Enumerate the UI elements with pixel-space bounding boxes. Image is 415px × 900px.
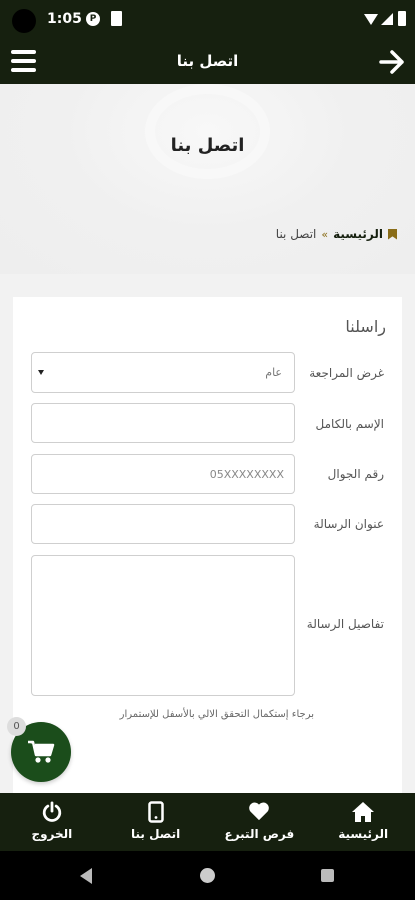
shopping-cart-icon — [28, 740, 55, 763]
breadcrumb-current: اتصل بنا — [275, 227, 317, 241]
page-title: اتصل بنا — [170, 135, 245, 156]
breadcrumb-home-link[interactable]: الرئيسية — [333, 227, 383, 241]
subject-label: عنوان الرسالة — [313, 517, 384, 531]
nav-home[interactable]: الرئيسية — [311, 793, 415, 851]
status-time: 1:05 — [47, 11, 82, 27]
nav-home-label: الرئيسية — [338, 827, 389, 841]
form-heading: راسلنا — [345, 317, 386, 336]
app-bar-title: اتصل بنا — [176, 52, 239, 70]
purpose-select-value: عام — [265, 366, 282, 379]
details-label: تفاصيل الرسالة — [306, 617, 384, 631]
mobile-phone-icon — [147, 801, 164, 823]
app-bar: اتصل بنا — [0, 40, 415, 84]
purpose-label: غرض المراجعة — [309, 366, 384, 380]
camera-cutout — [12, 9, 36, 33]
chevron-down-icon — [38, 370, 44, 375]
system-recents-icon[interactable] — [321, 869, 334, 882]
bottom-navigation: الخروج اتصل بنا فرص التبرع الرئيسية — [0, 793, 415, 851]
nav-logout[interactable]: الخروج — [0, 793, 104, 851]
captcha-note: برجاء إستكمال التحقق الالي بالأسفل للإست… — [119, 709, 314, 720]
status-bar: 1:05 P — [0, 0, 415, 40]
mobile-label: رقم الجوال — [327, 467, 384, 481]
page-header: اتصل بنا الرئيسية » اتصل بنا — [0, 84, 415, 274]
cart-count-badge: 0 — [7, 717, 26, 736]
wifi-icon — [364, 14, 378, 25]
system-home-icon[interactable] — [200, 868, 215, 883]
contact-form-card: راسلنا غرض المراجعة عام الإسم بالكامل رق… — [13, 297, 402, 797]
watermark-logo — [145, 84, 270, 179]
sd-card-icon — [111, 11, 122, 26]
system-back-icon[interactable] — [80, 868, 92, 884]
breadcrumb: الرئيسية » اتصل بنا — [276, 227, 397, 241]
arrow-right-icon[interactable] — [378, 48, 406, 76]
nav-logout-label: الخروج — [31, 827, 73, 841]
cart-button[interactable]: 0 — [7, 717, 71, 782]
battery-icon — [398, 11, 406, 26]
bookmark-icon — [388, 228, 397, 240]
name-label: الإسم بالكامل — [315, 417, 384, 431]
nav-donation-label: فرص التبرع — [224, 827, 295, 841]
power-icon — [42, 801, 61, 822]
breadcrumb-separator: » — [321, 227, 329, 241]
purpose-select[interactable]: عام — [31, 352, 295, 393]
notification-icon: P — [86, 12, 100, 26]
subject-input[interactable] — [31, 504, 295, 544]
mobile-input[interactable] — [31, 454, 295, 494]
signal-icon — [381, 13, 393, 25]
details-textarea[interactable] — [31, 555, 295, 696]
home-icon — [352, 802, 375, 822]
heart-icon — [249, 802, 270, 821]
nav-contact-label: اتصل بنا — [131, 827, 181, 841]
name-input[interactable] — [31, 403, 295, 443]
system-navigation-bar — [0, 851, 415, 900]
nav-donation-opportunities[interactable]: فرص التبرع — [208, 793, 312, 851]
nav-contact[interactable]: اتصل بنا — [104, 793, 208, 851]
